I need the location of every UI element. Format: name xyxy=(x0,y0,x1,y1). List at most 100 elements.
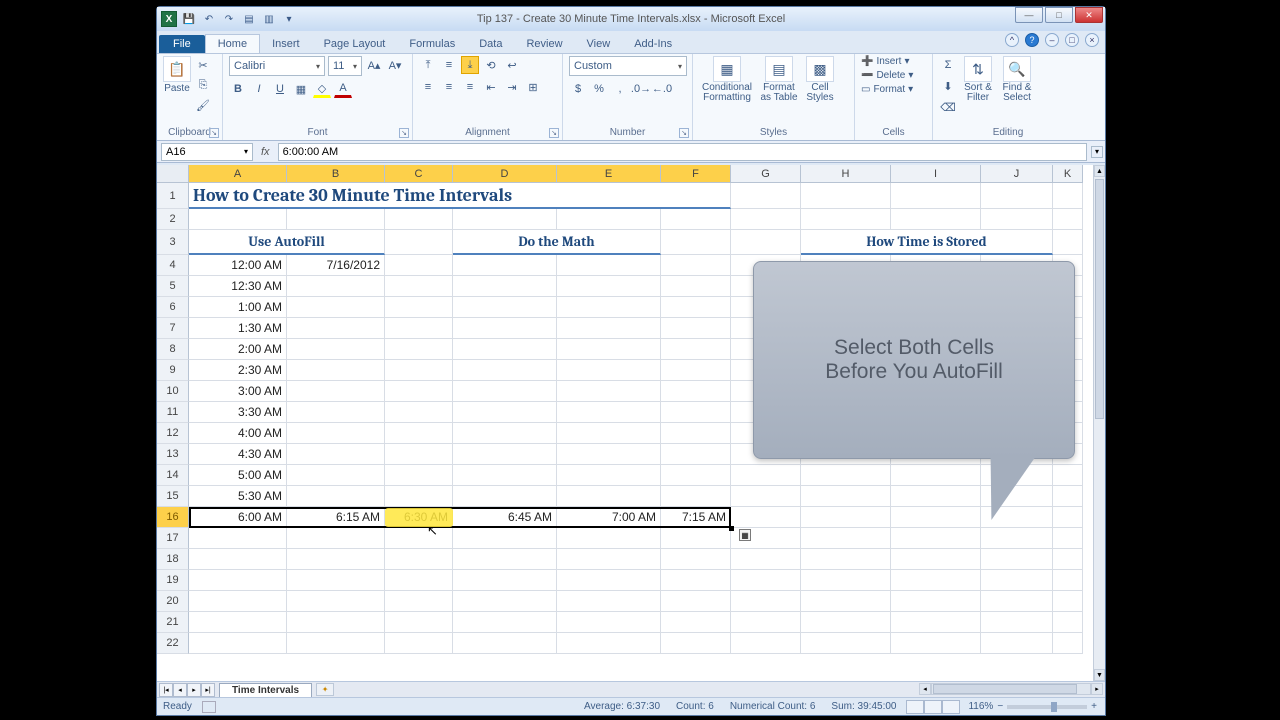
scroll-right-icon[interactable]: ▸ xyxy=(1091,683,1103,695)
dialog-launcher-icon[interactable]: ↘ xyxy=(209,128,219,138)
expand-formula-bar-icon[interactable]: ▾ xyxy=(1091,146,1103,158)
cell-C11[interactable] xyxy=(385,402,453,423)
cell-K21[interactable] xyxy=(1053,612,1083,633)
cell-H18[interactable] xyxy=(801,549,891,570)
cell-D17[interactable] xyxy=(453,528,557,549)
cell-G18[interactable] xyxy=(731,549,801,570)
qat-btn[interactable]: ▥ xyxy=(261,11,277,27)
cell-F13[interactable] xyxy=(661,444,731,465)
zoom-out-icon[interactable]: − xyxy=(997,701,1003,712)
cell-F4[interactable] xyxy=(661,255,731,276)
tab-review[interactable]: Review xyxy=(514,35,574,53)
dialog-launcher-icon[interactable]: ↘ xyxy=(549,128,559,138)
cell-D4[interactable] xyxy=(453,255,557,276)
align-center-icon[interactable]: ≡ xyxy=(440,78,458,96)
cell-H14[interactable] xyxy=(801,465,891,486)
fill-color-icon[interactable]: ◇ xyxy=(313,80,331,98)
align-bottom-icon[interactable]: ⤓ xyxy=(461,56,479,74)
cell-E6[interactable] xyxy=(557,297,661,318)
cell-K19[interactable] xyxy=(1053,570,1083,591)
cell-K1[interactable] xyxy=(1053,183,1083,209)
row-header-17[interactable]: 17 xyxy=(157,528,189,549)
cell-F15[interactable] xyxy=(661,486,731,507)
doc-restore-icon[interactable]: □ xyxy=(1065,33,1079,47)
cell-C20[interactable] xyxy=(385,591,453,612)
cell-B18[interactable] xyxy=(287,549,385,570)
cell-F9[interactable] xyxy=(661,360,731,381)
cell-H21[interactable] xyxy=(801,612,891,633)
save-icon[interactable]: 💾 xyxy=(181,11,197,27)
select-all-button[interactable] xyxy=(157,165,189,183)
cell-A14[interactable]: 5:00 AM xyxy=(189,465,287,486)
cell-C22[interactable] xyxy=(385,633,453,654)
font-name-select[interactable]: Calibri▾ xyxy=(229,56,325,76)
cell-C4[interactable] xyxy=(385,255,453,276)
cell-B8[interactable] xyxy=(287,339,385,360)
cell-I14[interactable] xyxy=(891,465,981,486)
cell-B19[interactable] xyxy=(287,570,385,591)
tab-insert[interactable]: Insert xyxy=(260,35,312,53)
cell-C5[interactable] xyxy=(385,276,453,297)
cell-F11[interactable] xyxy=(661,402,731,423)
minimize-button[interactable]: — xyxy=(1015,7,1043,23)
insert-cells-button[interactable]: ➕Insert ▾ xyxy=(861,56,913,67)
cell-E10[interactable] xyxy=(557,381,661,402)
cell-F16[interactable]: 7:15 AM xyxy=(661,507,731,528)
cell-A8[interactable]: 2:00 AM xyxy=(189,339,287,360)
cell-C18[interactable] xyxy=(385,549,453,570)
cell-I22[interactable] xyxy=(891,633,981,654)
cell-F17[interactable] xyxy=(661,528,731,549)
cell-E8[interactable] xyxy=(557,339,661,360)
cell-A18[interactable] xyxy=(189,549,287,570)
border-icon[interactable]: ▦ xyxy=(292,80,310,98)
row-header-13[interactable]: 13 xyxy=(157,444,189,465)
cell-A10[interactable]: 3:00 AM xyxy=(189,381,287,402)
cell-B15[interactable] xyxy=(287,486,385,507)
row-header-20[interactable]: 20 xyxy=(157,591,189,612)
cell-F10[interactable] xyxy=(661,381,731,402)
column-header-G[interactable]: G xyxy=(731,165,801,183)
cell-G2[interactable] xyxy=(731,209,801,230)
cell-G22[interactable] xyxy=(731,633,801,654)
close-button[interactable]: ✕ xyxy=(1075,7,1103,23)
cell-A3[interactable]: Use AutoFill xyxy=(189,230,385,255)
cell-C9[interactable] xyxy=(385,360,453,381)
cell-I18[interactable] xyxy=(891,549,981,570)
cell-E16[interactable]: 7:00 AM xyxy=(557,507,661,528)
cell-E2[interactable] xyxy=(557,209,661,230)
conditional-formatting-button[interactable]: ▦Conditional Formatting xyxy=(699,56,755,103)
cell-A12[interactable]: 4:00 AM xyxy=(189,423,287,444)
column-header-B[interactable]: B xyxy=(287,165,385,183)
row-header-19[interactable]: 19 xyxy=(157,570,189,591)
cell-B16[interactable]: 6:15 AM xyxy=(287,507,385,528)
cell-H19[interactable] xyxy=(801,570,891,591)
doc-close-icon[interactable]: × xyxy=(1085,33,1099,47)
cell-H20[interactable] xyxy=(801,591,891,612)
cell-B21[interactable] xyxy=(287,612,385,633)
cell-C10[interactable] xyxy=(385,381,453,402)
cell-E4[interactable] xyxy=(557,255,661,276)
column-header-J[interactable]: J xyxy=(981,165,1053,183)
cell-D11[interactable] xyxy=(453,402,557,423)
column-header-C[interactable]: C xyxy=(385,165,453,183)
cell-E17[interactable] xyxy=(557,528,661,549)
cell-G14[interactable] xyxy=(731,465,801,486)
cell-K16[interactable] xyxy=(1053,507,1083,528)
cell-B6[interactable] xyxy=(287,297,385,318)
row-header-3[interactable]: 3 xyxy=(157,230,189,255)
cell-E7[interactable] xyxy=(557,318,661,339)
row-header-11[interactable]: 11 xyxy=(157,402,189,423)
cell-G20[interactable] xyxy=(731,591,801,612)
cell-C2[interactable] xyxy=(385,209,453,230)
cell-A20[interactable] xyxy=(189,591,287,612)
cell-A11[interactable]: 3:30 AM xyxy=(189,402,287,423)
increase-indent-icon[interactable]: ⇥ xyxy=(503,78,521,96)
tab-next-icon[interactable]: ▸ xyxy=(187,683,201,697)
copy-icon[interactable]: ⎘ xyxy=(194,76,212,94)
column-header-I[interactable]: I xyxy=(891,165,981,183)
cell-C6[interactable] xyxy=(385,297,453,318)
cell-D21[interactable] xyxy=(453,612,557,633)
cell-J20[interactable] xyxy=(981,591,1053,612)
tab-first-icon[interactable]: |◂ xyxy=(159,683,173,697)
cell-B9[interactable] xyxy=(287,360,385,381)
